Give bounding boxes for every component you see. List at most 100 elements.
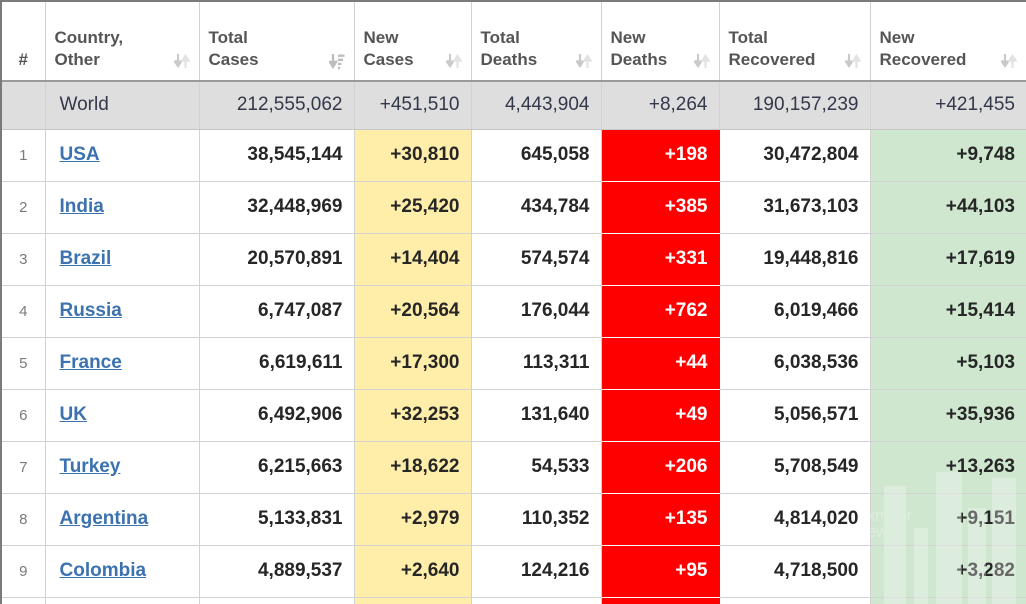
covid-statistics-table: # Country, Other Total Cases New Cases T… [2, 2, 1026, 604]
table-row: 8 Argentina 5,133,831 +2,979 110,352 +135 4,81… [2, 493, 1026, 546]
cell-rank: 6 [2, 389, 46, 442]
cell-new-recovered: +9,151 [870, 493, 1026, 546]
column-header-rank[interactable]: # [2, 2, 46, 82]
cell-new-recovered: +44,103 [870, 181, 1026, 234]
cell-country[interactable]: Brazil [45, 233, 200, 286]
table-row: 4 Russia 6,747,087 +20,564 176,044 +762 6,019,… [2, 285, 1026, 338]
country-link[interactable]: Argentina [60, 508, 149, 529]
cell-total-recovered: 5,708,549 [719, 441, 871, 494]
column-header-rank-label: # [18, 49, 28, 69]
sort-descending-icon[interactable] [328, 52, 345, 70]
column-header-total-deaths-label: Total Deaths [480, 27, 538, 69]
cell-total-recovered: 5,056,571 [719, 389, 871, 442]
cell-new-cases: +2,979 [354, 493, 472, 546]
cell-total-cases: 6,747,087 [199, 285, 355, 338]
country-link[interactable]: Russia [60, 300, 122, 321]
country-link[interactable]: Brazil [60, 248, 112, 269]
cell-total-cases: 6,619,611 [199, 337, 355, 390]
cell-new-cases: +32,253 [354, 389, 472, 442]
cell-new-deaths: +95 [601, 545, 720, 598]
column-header-total-cases-label: Total Cases [208, 27, 259, 69]
table-row: 2 India 32,448,969 +25,420 434,784 +385 31,673… [2, 181, 1026, 234]
cell-country[interactable]: France [45, 337, 200, 390]
cell-country[interactable]: Turkey [45, 441, 200, 494]
column-header-country[interactable]: Country, Other [45, 2, 200, 82]
cell-new-recovered: +13,263 [870, 441, 1026, 494]
table-header: # Country, Other Total Cases New Cases T… [2, 2, 1026, 82]
cell-total-deaths: 113,311 [471, 337, 602, 390]
cell-total-recovered: 31,673,103 [719, 181, 871, 234]
column-header-new-deaths[interactable]: New Deaths [601, 2, 720, 82]
sort-both-icon[interactable] [844, 52, 861, 70]
country-link[interactable]: India [60, 196, 104, 217]
cell-total-cases: 32,448,969 [199, 181, 355, 234]
cell-new-deaths: +49 [601, 389, 720, 442]
column-header-total-recovered-label: Total Recovered [728, 27, 816, 69]
cell-new-deaths: +135 [601, 493, 720, 546]
cell-country[interactable]: UK [45, 389, 200, 442]
cell-country [45, 597, 200, 604]
cell-country[interactable]: Argentina [45, 493, 200, 546]
cell-new-recovered: +421,455 [870, 80, 1026, 130]
cell-new-deaths: +331 [601, 233, 720, 286]
cell-rank: 7 [2, 441, 46, 494]
cell-country[interactable]: USA [45, 129, 200, 182]
cell-new-cases: +2,640 [354, 545, 472, 598]
cell-total-cases: 38,545,144 [199, 129, 355, 182]
cell-new-recovered: +15,414 [870, 285, 1026, 338]
cell-rank [2, 80, 46, 130]
cell-total-recovered: 30,472,804 [719, 129, 871, 182]
cell-new-cases: +30,810 [354, 129, 472, 182]
column-header-total-cases[interactable]: Total Cases [199, 2, 355, 82]
table-row: 7 Turkey 6,215,663 +18,622 54,533 +206 5,708,5… [2, 441, 1026, 494]
country-link[interactable]: Colombia [60, 560, 147, 581]
covid-stats-table-screen: exmoor news # Country, Other Total Cases… [0, 0, 1026, 604]
cell-rank: 1 [2, 129, 46, 182]
column-header-new-cases[interactable]: New Cases [354, 2, 472, 82]
cell-new-deaths [601, 597, 720, 604]
table-row: 6 UK 6,492,906 +32,253 131,640 +49 5,056,571 +3… [2, 389, 1026, 442]
cell-total-deaths: 54,533 [471, 441, 602, 494]
cell-total-cases: 5,133,831 [199, 493, 355, 546]
cell-new-cases: +17,300 [354, 337, 472, 390]
cell-new-cases: +14,404 [354, 233, 472, 286]
cell-total-recovered: 19,448,816 [719, 233, 871, 286]
column-header-total-deaths[interactable]: Total Deaths [471, 2, 602, 82]
table-row: 5 France 6,619,611 +17,300 113,311 +44 6,038,5… [2, 337, 1026, 390]
sort-both-icon[interactable] [1001, 52, 1017, 70]
country-link[interactable]: UK [60, 404, 87, 425]
country-link[interactable]: Turkey [60, 456, 121, 477]
cell-total-deaths: 176,044 [471, 285, 602, 338]
sort-both-icon[interactable] [575, 52, 592, 70]
cell-total-deaths: 434,784 [471, 181, 602, 234]
column-header-country-label: Country, Other [54, 27, 124, 69]
cell-rank: 4 [2, 285, 46, 338]
cell-new-cases: +20,564 [354, 285, 472, 338]
cell-total-recovered: 6,038,536 [719, 337, 871, 390]
cell-country[interactable]: India [45, 181, 200, 234]
cell-total-cases: 6,215,663 [199, 441, 355, 494]
sort-both-icon[interactable] [693, 52, 710, 70]
cell-rank: 3 [2, 233, 46, 286]
cell-rank: 8 [2, 493, 46, 546]
cell-new-recovered [870, 597, 1026, 604]
sort-both-icon[interactable] [173, 52, 190, 70]
column-header-new-recovered[interactable]: New Recovered [870, 2, 1026, 82]
cell-new-recovered: +35,936 [870, 389, 1026, 442]
cell-total-cases: 212,555,062 [199, 80, 355, 130]
cell-total-deaths: 4,443,904 [471, 80, 602, 130]
header-row: # Country, Other Total Cases New Cases T… [2, 2, 1026, 82]
cell-new-deaths: +198 [601, 129, 720, 182]
table-row [2, 597, 1026, 604]
sort-both-icon[interactable] [445, 52, 462, 70]
cell-country[interactable]: Colombia [45, 545, 200, 598]
country-link[interactable]: USA [60, 144, 100, 165]
cell-new-deaths: +762 [601, 285, 720, 338]
cell-total-cases: 6,492,906 [199, 389, 355, 442]
country-link[interactable]: France [60, 352, 122, 373]
cell-country[interactable]: Russia [45, 285, 200, 338]
cell-total-recovered: 6,019,466 [719, 285, 871, 338]
cell-new-deaths: +44 [601, 337, 720, 390]
column-header-total-recovered[interactable]: Total Recovered [719, 2, 871, 82]
cell-total-deaths: 645,058 [471, 129, 602, 182]
